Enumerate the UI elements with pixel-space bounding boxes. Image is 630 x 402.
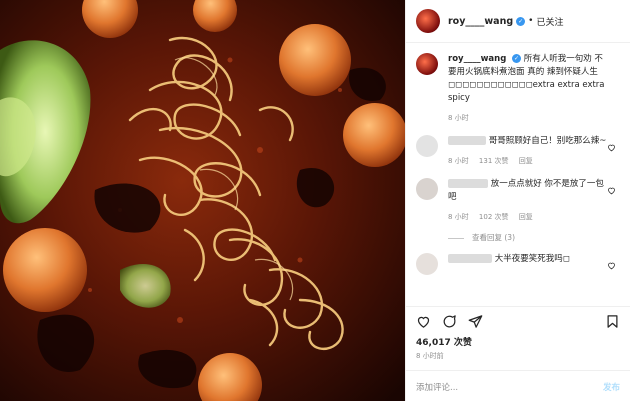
comment-likes[interactable]: 131 次赞 — [479, 157, 509, 165]
caption-meta: 8 小时 — [448, 112, 608, 125]
comment-time: 8 小时 — [448, 157, 469, 165]
comment-bubble-icon[interactable] — [442, 314, 457, 329]
post-timestamp: 8 小时前 — [416, 352, 444, 360]
likes-count[interactable]: 46,017 次赞 — [416, 335, 472, 348]
commenter-username-redacted[interactable] — [448, 179, 488, 188]
verified-badge-icon: ✓ — [516, 16, 526, 26]
heart-icon[interactable] — [607, 261, 616, 270]
bookmark-icon[interactable] — [605, 314, 620, 329]
like-heart-icon[interactable] — [416, 314, 431, 329]
comment-row: 放一点点就好 你不是放了一包吧 8 小时 102 次赞 回复 — [416, 178, 620, 224]
reply-button[interactable]: 回复 — [519, 157, 533, 165]
commenter-avatar[interactable] — [416, 253, 438, 275]
commenter-username-redacted[interactable] — [448, 254, 492, 263]
caption-row: roy____wang ✓ 所有人听我一句劝 不要用火锅底料煮泡面 真的 辣到怀… — [416, 53, 620, 125]
comment-body: 哥哥照顾好自己！别吃那么辣~ 8 小时 131 次赞 回复 — [448, 135, 608, 168]
caption-username[interactable]: roy____wang — [448, 54, 506, 64]
commenter-avatar[interactable] — [416, 178, 438, 200]
comment-meta: 8 小时 102 次赞 回复 — [448, 211, 608, 224]
heart-icon[interactable] — [607, 143, 616, 152]
comment-likes[interactable]: 102 次赞 — [479, 213, 509, 221]
comments-list[interactable]: roy____wang ✓ 所有人听我一句劝 不要用火锅底料煮泡面 真的 辣到怀… — [406, 43, 630, 305]
reply-button[interactable]: 回复 — [519, 213, 533, 221]
noodle-soup-image — [0, 0, 405, 401]
author-username[interactable]: roy____wang — [448, 16, 513, 27]
comment-text: 大半夜要笑死我吗◻ — [494, 254, 570, 264]
comment-body: 放一点点就好 你不是放了一包吧 8 小时 102 次赞 回复 — [448, 178, 608, 224]
add-comment-bar: 添加评论... 发布 — [406, 370, 630, 402]
comment-time: 8 小时 — [448, 213, 469, 221]
comment-row: 哥哥照顾好自己！别吃那么辣~ 8 小时 131 次赞 回复 — [416, 135, 620, 168]
instagram-post-modal: roy____wang ✓ • 已关注 roy____wang ✓ 所有人听我一… — [0, 0, 630, 401]
commenter-avatar[interactable] — [416, 135, 438, 157]
heart-icon[interactable] — [607, 186, 616, 195]
verified-badge-icon: ✓ — [512, 54, 521, 63]
comment-text: 哥哥照顾好自己！别吃那么辣~ — [488, 136, 607, 146]
caption-avatar[interactable] — [416, 53, 438, 75]
commenter-username-redacted[interactable] — [448, 136, 486, 145]
follow-status-button[interactable]: 已关注 — [536, 15, 563, 28]
post-photo[interactable] — [0, 0, 405, 401]
post-sidebar: roy____wang ✓ • 已关注 roy____wang ✓ 所有人听我一… — [405, 0, 630, 401]
caption-time: 8 小时 — [448, 114, 469, 122]
comment-meta: 8 小时 131 次赞 回复 — [448, 155, 608, 168]
comment-row: 大半夜要笑死我吗◻ — [416, 253, 620, 275]
comment-body: 大半夜要笑死我吗◻ — [448, 253, 608, 275]
view-replies-button[interactable]: 查看回复 (3) — [448, 232, 620, 243]
post-actions-bar — [406, 306, 630, 335]
replies-divider — [448, 237, 464, 239]
author-avatar[interactable] — [416, 9, 440, 33]
post-header: roy____wang ✓ • 已关注 — [406, 0, 630, 43]
comment-input[interactable]: 添加评论... — [416, 381, 603, 393]
view-replies-label: 查看回复 (3) — [472, 233, 516, 242]
caption-body: roy____wang ✓ 所有人听我一句劝 不要用火锅底料煮泡面 真的 辣到怀… — [448, 53, 608, 125]
separator-dot: • — [528, 16, 534, 26]
share-send-icon[interactable] — [468, 314, 483, 329]
post-comment-button[interactable]: 发布 — [603, 381, 620, 393]
